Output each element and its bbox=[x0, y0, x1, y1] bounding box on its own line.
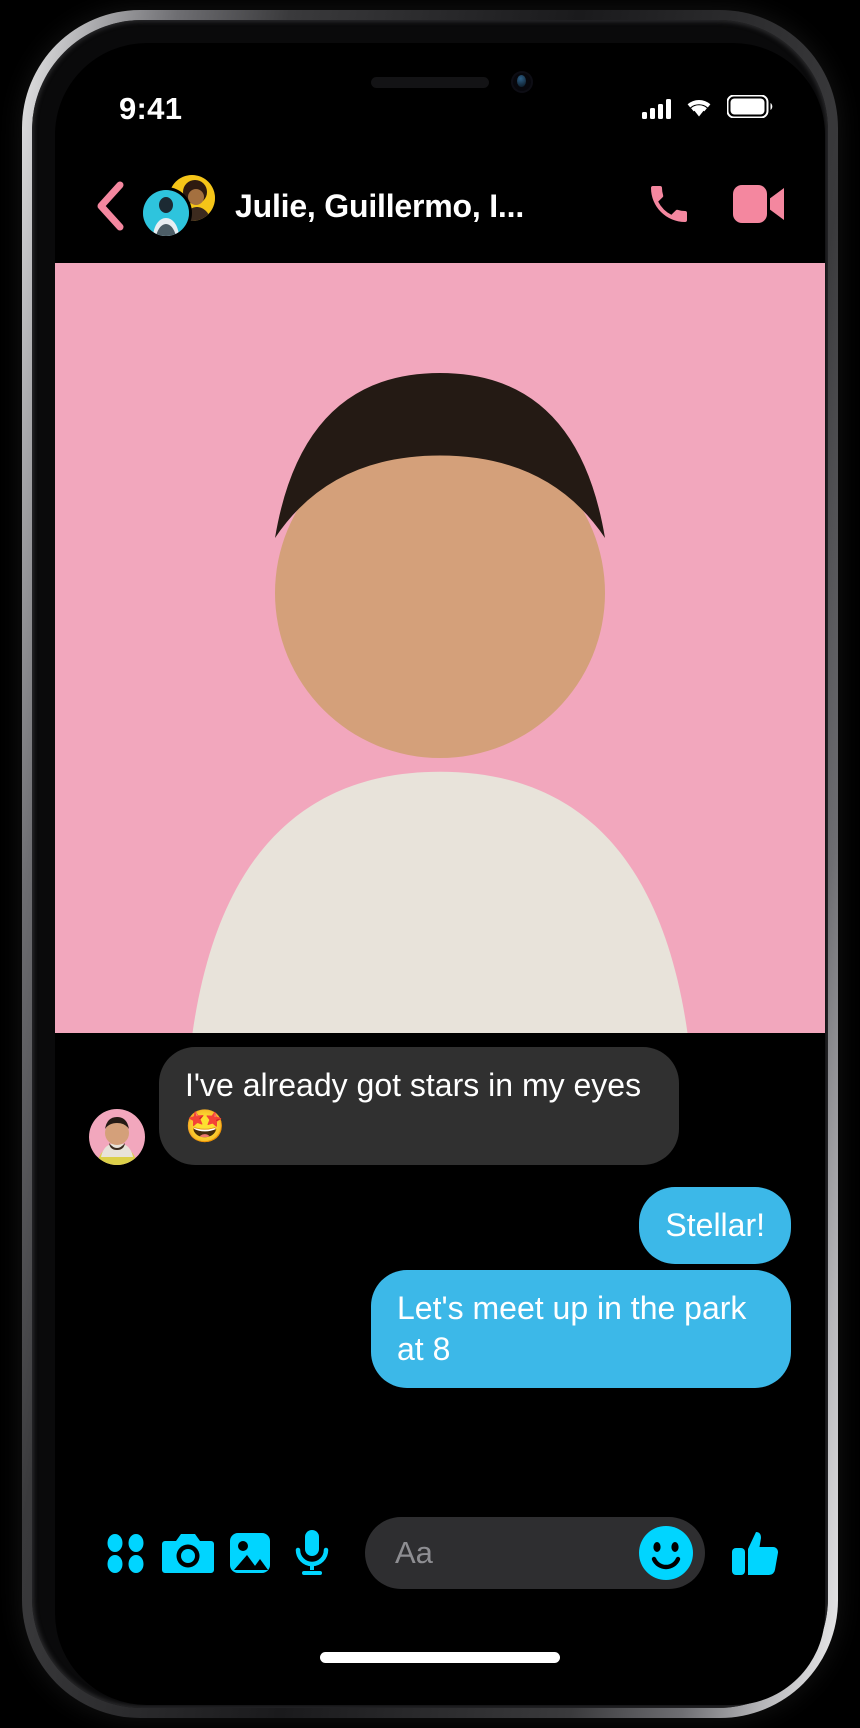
photo-gallery-button[interactable] bbox=[219, 1522, 281, 1584]
message-input-container[interactable]: Aa bbox=[365, 1517, 705, 1589]
message-list[interactable]: 9:41 AM Who's in for checking out the co… bbox=[55, 263, 825, 1505]
grid-dots-icon bbox=[107, 1534, 144, 1573]
microphone-icon bbox=[295, 1530, 329, 1575]
video-call-button[interactable] bbox=[733, 182, 785, 231]
status-time: 9:41 bbox=[119, 91, 183, 126]
composer-toolbar: Aa bbox=[55, 1505, 825, 1601]
thumbs-up-icon bbox=[732, 1532, 779, 1576]
phone-screen: 9:41 Julie, Guillermo, I... I've already… bbox=[55, 43, 825, 1705]
phone-icon bbox=[651, 185, 687, 222]
message-row-henri: I've already got stars in my eyes 🤩 bbox=[89, 1046, 791, 1165]
message-bubble-outgoing-blue-2[interactable]: Let's meet up in the park at 8 bbox=[371, 1269, 791, 1388]
read-receipt-henri[interactable] bbox=[55, 263, 825, 1446]
voice-message-button[interactable] bbox=[281, 1522, 343, 1584]
notch bbox=[275, 43, 605, 107]
chevron-left-icon bbox=[97, 181, 124, 231]
back-button[interactable] bbox=[83, 179, 137, 233]
group-avatar-stack[interactable] bbox=[141, 175, 215, 237]
video-camera-icon bbox=[733, 184, 784, 223]
audio-call-button[interactable] bbox=[645, 180, 693, 233]
earpiece-speaker-icon bbox=[371, 77, 489, 88]
read-receipts bbox=[55, 263, 825, 1446]
image-icon bbox=[230, 1533, 270, 1573]
header-actions bbox=[645, 180, 785, 233]
read-receipt-guillermo[interactable] bbox=[55, 263, 825, 1446]
message-row-outgoing-3: Let's meet up in the park at 8 bbox=[89, 1269, 791, 1388]
group-avatar-front bbox=[143, 190, 189, 236]
message-bubble-henri[interactable]: I've already got stars in my eyes 🤩 bbox=[159, 1046, 679, 1165]
front-camera-icon bbox=[511, 71, 533, 93]
page-title[interactable]: Julie, Guillermo, I... bbox=[235, 188, 639, 225]
message-row-outgoing-2: Stellar! bbox=[89, 1186, 791, 1264]
wifi-icon bbox=[684, 96, 714, 123]
phone-device-frame: 9:41 Julie, Guillermo, I... I've already… bbox=[22, 10, 838, 1718]
home-indicator-bar[interactable] bbox=[320, 1652, 560, 1663]
message-input[interactable]: Aa bbox=[395, 1535, 637, 1571]
camera-icon bbox=[162, 1534, 214, 1573]
status-indicators bbox=[642, 94, 773, 123]
camera-button[interactable] bbox=[157, 1522, 219, 1584]
apps-grid-button[interactable] bbox=[95, 1522, 157, 1584]
cellular-signal-icon bbox=[642, 99, 671, 119]
avatar-henri[interactable] bbox=[89, 1108, 145, 1165]
read-receipt-julie[interactable] bbox=[55, 263, 825, 1446]
smiley-face-icon bbox=[639, 1526, 693, 1580]
phone-bezel: 9:41 Julie, Guillermo, I... I've already… bbox=[32, 20, 828, 1708]
emoji-button[interactable] bbox=[637, 1524, 695, 1582]
message-bubble-outgoing-blue-1[interactable]: Stellar! bbox=[639, 1186, 791, 1264]
chat-header: Julie, Guillermo, I... bbox=[55, 149, 825, 263]
battery-full-icon bbox=[726, 94, 773, 123]
thumbs-up-button[interactable] bbox=[723, 1522, 785, 1584]
